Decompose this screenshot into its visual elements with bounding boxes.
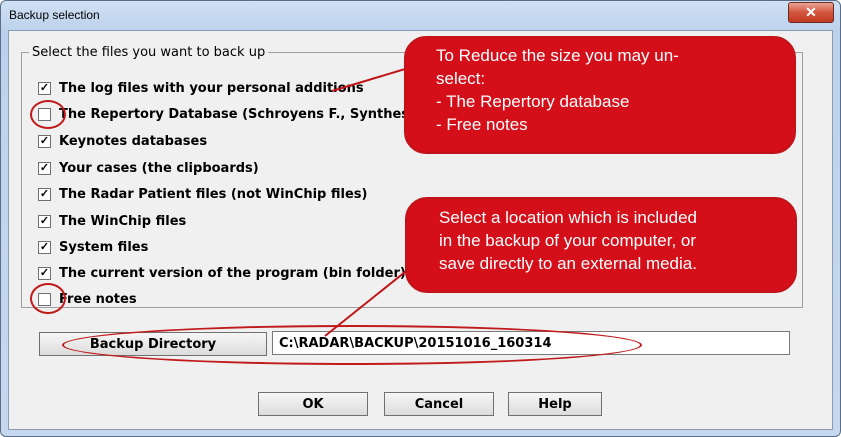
callout-line: Select a location which is included xyxy=(439,208,697,227)
callout-line: To Reduce the size you may un- xyxy=(436,46,679,65)
highlight-ring-repertory xyxy=(30,100,66,129)
callout-line: save directly to an external media. xyxy=(439,254,697,273)
highlight-ring-backup-directory xyxy=(62,325,642,365)
callout-line: - Free notes xyxy=(436,115,528,134)
annotation-callout-reduce-size: To Reduce the size you may un- select: -… xyxy=(404,36,796,154)
annotation-callout-location: Select a location which is included in t… xyxy=(405,197,797,293)
callout-line: in the backup of your computer, or xyxy=(439,231,697,250)
highlight-ring-free-notes xyxy=(30,283,66,314)
callout-line: - The Repertory database xyxy=(436,92,630,111)
callout-line: select: xyxy=(436,69,486,88)
